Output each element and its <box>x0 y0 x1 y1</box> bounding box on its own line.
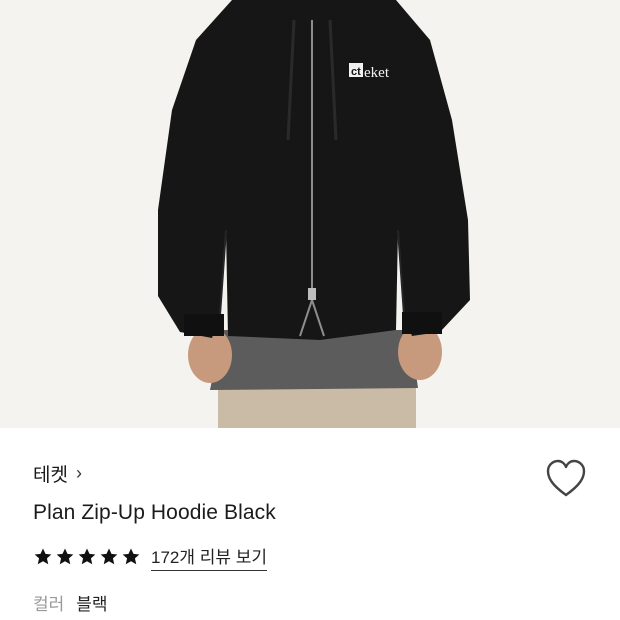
view-reviews-link[interactable]: 172개 리뷰 보기 <box>151 543 268 571</box>
chevron-right-icon: › <box>75 463 82 483</box>
star-filled-icon <box>34 548 52 565</box>
svg-text:ct: ct <box>351 66 361 78</box>
brand-name: 테켓 <box>33 465 68 486</box>
heart-outline-icon[interactable] <box>544 458 588 500</box>
star-filled-icon <box>122 548 140 565</box>
color-option: 컬러 블랙 <box>33 590 108 615</box>
hoodie-logo-text: eket <box>364 65 390 81</box>
star-filled-icon <box>100 548 118 565</box>
brand-link[interactable]: 테켓 › <box>33 460 82 487</box>
product-image[interactable]: ct eket <box>0 0 620 428</box>
star-filled-icon <box>78 548 96 565</box>
rating-row: 172개 리뷰 보기 <box>33 543 268 571</box>
option-value: 블랙 <box>76 595 108 614</box>
star-rating <box>33 547 141 567</box>
star-filled-icon <box>56 548 74 565</box>
option-label: 컬러 <box>33 595 65 614</box>
hoodie-illustration: ct eket <box>158 0 470 428</box>
product-info-panel: 테켓 › Plan Zip-Up Hoodie Black 172개 리뷰 보기… <box>0 428 620 620</box>
product-title: Plan Zip-Up Hoodie Black <box>33 501 276 524</box>
